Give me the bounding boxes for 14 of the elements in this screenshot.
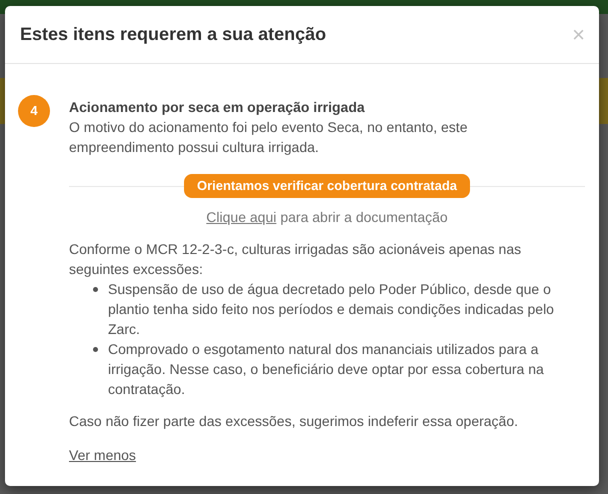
show-less-link[interactable]: Ver menos (69, 445, 136, 465)
conclusion-text: Caso não fizer parte das excessões, sugerimos indeferir essa operação. (69, 412, 520, 431)
item-description: O motivo do acionamento foi pelo evento Seca, no entanto, este empreendimento possui cultura irrigada. (69, 118, 468, 157)
item-title: Acionamento por seca em operação irrigada (69, 98, 366, 117)
number-badge: 4 (18, 95, 50, 127)
rule-intro: Conforme o MCR 12-2-3-c, culturas irrigadas são acionáveis apenas nas seguintes excessões: (69, 240, 522, 279)
bullet-icon (93, 287, 98, 292)
exception-item: Comprovado o esgotamento natural dos mananciais utilizados para a irrigação. Nesse caso, o beneficiário deve optar por essa cobertura na contratação. (108, 340, 545, 399)
link-caption: para abrir a documentação (280, 208, 448, 227)
exception-item: Suspensão de uso de água decretado pelo Poder Público, desde que o plantio tenha sido feito nos períodos e demais condições indicadas pelo Zarc. (108, 280, 555, 339)
dialog-title: Estes itens requerem a sua atenção (20, 23, 326, 46)
action-button[interactable]: Orientamos verificar cobertura contratada (184, 174, 470, 198)
documentation-link[interactable]: Clique aqui (206, 207, 276, 227)
bullet-icon (93, 347, 98, 352)
